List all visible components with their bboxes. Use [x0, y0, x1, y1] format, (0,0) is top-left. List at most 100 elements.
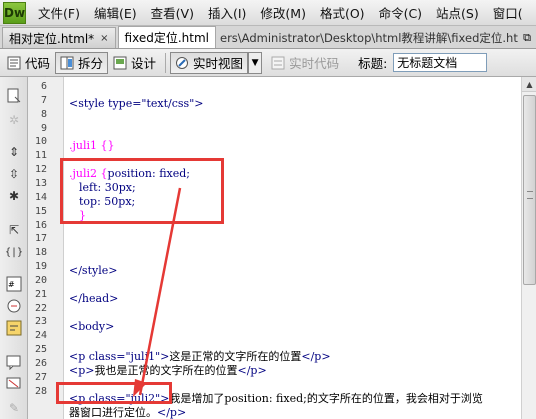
apply-comment-icon[interactable]: [5, 353, 23, 371]
collapse-full-tag-icon[interactable]: ⇕: [5, 143, 23, 161]
annotation-box-p-juli2: [56, 382, 172, 404]
svg-text:#: #: [8, 280, 15, 289]
p2-open-tag: <p>: [69, 364, 95, 377]
code-line-style-close: </style>: [69, 264, 117, 277]
line-number: 23: [34, 316, 47, 328]
line-number: 10: [34, 136, 47, 148]
split-label: 拆分: [78, 56, 104, 71]
expand-all-icon[interactable]: ✱: [5, 187, 23, 205]
line-number: 6: [40, 81, 47, 92]
menu-commands[interactable]: 命令(C): [379, 3, 422, 22]
open-documents-icon[interactable]: [5, 87, 23, 105]
design-view-button[interactable]: 设计: [108, 52, 161, 74]
menu-file[interactable]: 文件(F): [38, 3, 80, 22]
p2-text: 我也是正常的文字所在的位置: [94, 364, 238, 377]
balance-braces-icon[interactable]: {|}: [5, 243, 23, 261]
code-line-body-open: <body>: [69, 320, 114, 333]
remove-comment-icon[interactable]: [5, 375, 23, 393]
line-number: 28: [34, 385, 47, 397]
line-number: 14: [34, 191, 47, 203]
line-number: 8: [40, 108, 47, 120]
scroll-up-arrow-icon[interactable]: ▲: [522, 77, 536, 92]
document-tab-bar: 相对定位.html* × fixed定位.html ers\Administra…: [0, 26, 536, 49]
line-number: 11: [34, 150, 47, 162]
highlight-invalid-code-icon[interactable]: [5, 297, 23, 315]
show-code-navigator-icon[interactable]: ✲: [5, 111, 23, 129]
split-icon: [60, 56, 74, 70]
line-number: 26: [34, 358, 47, 369]
coding-toolbar: ✲ ⇕ ⇳ ✱ ⇱ {|} # ✎: [0, 77, 28, 419]
code-line-p2: <p>我也是正常的文字所在的位置</p>: [69, 362, 267, 378]
code-icon: [7, 56, 21, 70]
menu-bar: Dw 文件(F) 编辑(E) 查看(V) 插入(I) 修改(M) 格式(O) 命…: [0, 0, 536, 26]
head-close-tag: </head>: [69, 292, 119, 305]
menu-edit[interactable]: 编辑(E): [94, 3, 137, 22]
live-code-button[interactable]: 实时代码: [266, 52, 344, 74]
line-number: 22: [34, 302, 47, 314]
code-line-p3-cont: 器窗口进行定位。</p>: [69, 404, 186, 419]
code-label: 代码: [25, 56, 51, 71]
vertical-scrollbar[interactable]: ▲: [521, 77, 536, 419]
p3-text-continued: 器窗口进行定位。: [69, 406, 157, 419]
menu-modify[interactable]: 修改(M): [260, 3, 306, 22]
document-toolbar: 代码 拆分 设计 实时视图 ▼ 实时代码 标题:: [0, 49, 536, 77]
code-editor[interactable]: <style type="text/css"> .juli1 {} .juli2…: [65, 77, 521, 419]
juli1-rule: .juli1 {}: [69, 139, 115, 152]
line-number: 27: [34, 371, 47, 383]
line-number-gutter: 6 7 8 9 10 11 12 13 14 15 16 17 18 19 20 21 22 23 24 25 26 27…: [28, 77, 64, 419]
line-number: 24: [34, 330, 47, 342]
style-close-tag: </style>: [69, 264, 118, 277]
select-parent-tag-icon[interactable]: ⇱: [5, 221, 23, 239]
word-wrap-icon[interactable]: [5, 319, 23, 337]
live-code-label: 实时代码: [289, 56, 340, 71]
annotation-box-css-rule: [60, 158, 224, 224]
code-line-juli1: .juli1 {}: [69, 139, 115, 152]
live-code-icon: [271, 56, 285, 70]
live-view-options-dropdown[interactable]: ▼: [248, 51, 263, 74]
p-close-tag: </p>: [301, 350, 331, 363]
tab-relative-position[interactable]: 相对定位.html* ×: [2, 27, 116, 48]
close-icon[interactable]: ×: [100, 33, 108, 44]
restore-window-icon[interactable]: ⧉: [518, 27, 536, 48]
code-view-button[interactable]: 代码: [2, 52, 55, 74]
tab-fixed-position[interactable]: fixed定位.html: [117, 26, 216, 48]
tab-label: fixed定位.html: [124, 31, 209, 45]
line-number: 20: [34, 274, 47, 286]
title-label: 标题:: [358, 56, 388, 71]
line-number: 16: [34, 219, 47, 231]
live-view-icon: [175, 56, 189, 70]
p-close-tag: </p>: [157, 406, 187, 419]
line-number: 18: [34, 247, 47, 259]
menu-view[interactable]: 查看(V): [151, 3, 194, 22]
code-line-style-open: <style type="text/css">: [69, 97, 203, 110]
line-number: 17: [34, 233, 47, 245]
p3-text: 我是增加了position: fixed;的文字所在的位置，我会相对于浏览: [169, 392, 483, 405]
wrap-tag-icon[interactable]: ✎: [5, 399, 23, 417]
p-close-tag: </p>: [237, 364, 267, 377]
line-number: 19: [34, 261, 47, 273]
document-title-input[interactable]: [393, 53, 488, 72]
code-line-head-close: </head>: [69, 292, 118, 305]
dreamweaver-logo: Dw: [3, 1, 27, 24]
split-view-button[interactable]: 拆分: [55, 51, 109, 74]
style-open-tag: <style type="text/css">: [69, 97, 204, 110]
grip-icon: [527, 191, 533, 199]
menu-insert[interactable]: 插入(I): [208, 3, 246, 22]
body-open-tag: <body>: [69, 320, 115, 333]
live-view-button[interactable]: 实时视图: [170, 51, 249, 74]
line-numbers-icon[interactable]: #: [5, 275, 23, 293]
scrollbar-thumb[interactable]: [523, 95, 536, 285]
menu-site[interactable]: 站点(S): [436, 3, 479, 22]
collapse-selection-icon[interactable]: ⇳: [5, 165, 23, 183]
line-number: 9: [40, 122, 47, 134]
tab-label: 相对定位.html*: [9, 31, 95, 46]
line-number: 7: [40, 94, 47, 106]
design-icon: [113, 56, 127, 70]
menu-format[interactable]: 格式(O): [320, 3, 365, 22]
line-number: 21: [34, 288, 47, 300]
file-path: ers\Administrator\Desktop\html教程讲解\fixed…: [220, 30, 518, 45]
line-number: 12: [34, 164, 47, 176]
line-number: 13: [34, 177, 47, 189]
line-number: 15: [34, 205, 47, 217]
menu-window[interactable]: 窗口(: [493, 3, 523, 22]
